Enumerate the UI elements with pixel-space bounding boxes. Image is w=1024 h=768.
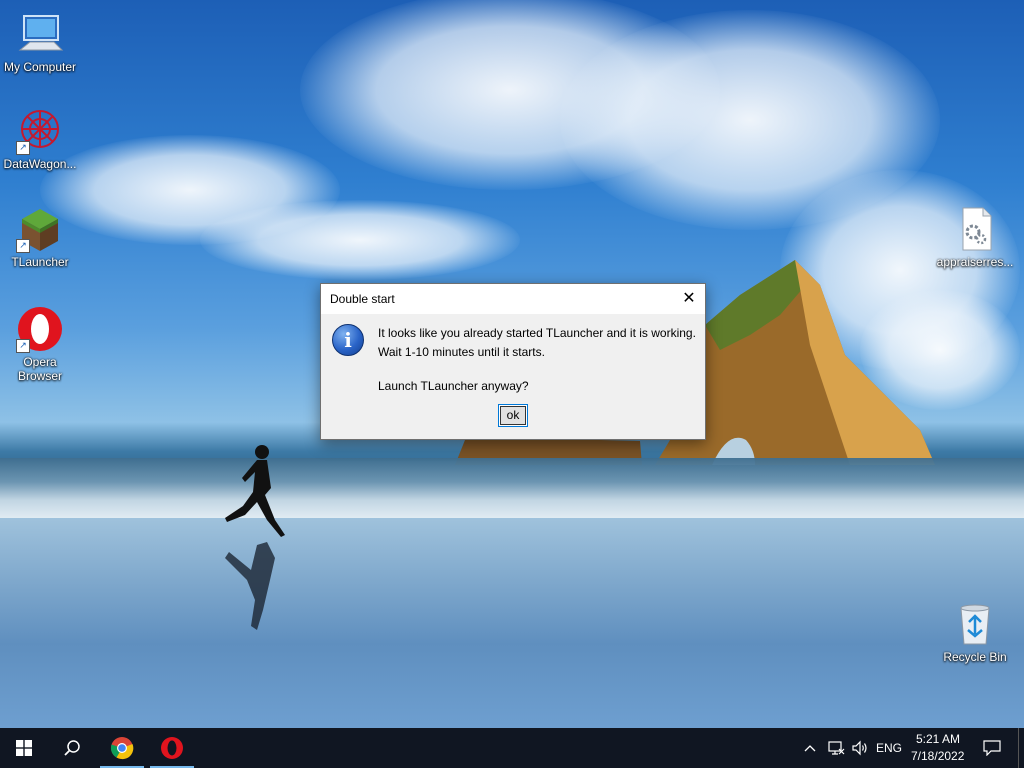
- desktop-icon-my-computer[interactable]: My Computer: [0, 10, 80, 74]
- computer-icon: [16, 10, 64, 58]
- desktop-icon-label: Recycle Bin: [943, 650, 1007, 664]
- desktop-icon-tlauncher[interactable]: ↗ TLauncher: [0, 205, 80, 269]
- opera-icon: ↗: [16, 305, 64, 353]
- search-icon: [64, 740, 80, 756]
- desktop-icon-datawagon[interactable]: ↗ DataWagon...: [0, 107, 80, 171]
- action-center-button[interactable]: [976, 728, 1008, 768]
- dialog-titlebar[interactable]: Double start ✕: [321, 284, 705, 314]
- windows-start-icon: [16, 740, 32, 756]
- desktop-icon-label: TLauncher: [11, 255, 69, 269]
- desktop-icon-label: DataWagon...: [3, 157, 77, 171]
- tray-overflow-chevron-icon[interactable]: [800, 728, 820, 768]
- wallpaper-beach: [0, 518, 1024, 728]
- volume-icon[interactable]: [848, 728, 872, 768]
- clock[interactable]: 5:21 AM 7/18/2022: [906, 728, 972, 768]
- desktop-icon-label: Opera Browser: [17, 355, 62, 383]
- shortcut-arrow-icon: ↗: [16, 239, 30, 253]
- clock-date: 7/18/2022: [911, 749, 965, 763]
- input-language-indicator[interactable]: ENG: [876, 741, 902, 755]
- chrome-icon: [110, 737, 134, 760]
- minecraft-grass-block-icon: ↗: [16, 205, 64, 253]
- start-button[interactable]: [0, 728, 48, 768]
- notification-icon: [983, 740, 1001, 756]
- taskbar-chrome-button[interactable]: [98, 728, 146, 768]
- taskbar: ENG 5:21 AM 7/18/2022: [0, 728, 1024, 768]
- dialog-message-line-3: Launch TLauncher anyway?: [378, 379, 529, 393]
- wallpaper-runner: [225, 445, 285, 630]
- desktop[interactable]: My Computer ↗ DataWagon... ↗ TLauncher ↗…: [0, 0, 1024, 728]
- desktop-icon-label: My Computer: [3, 60, 77, 74]
- datawagon-icon: ↗: [16, 107, 64, 155]
- search-button[interactable]: [48, 728, 96, 768]
- opera-icon: [161, 737, 183, 759]
- close-icon[interactable]: ✕: [673, 284, 705, 314]
- dialog-message-line-2: Wait 1-10 minutes until it starts.: [378, 345, 545, 359]
- network-icon[interactable]: [824, 728, 848, 768]
- double-start-dialog[interactable]: Double start ✕ i It looks like you alrea…: [320, 283, 706, 440]
- dialog-title: Double start: [330, 292, 395, 306]
- desktop-icon-label: appraiserres...: [936, 255, 1014, 269]
- desktop-icon-recycle-bin[interactable]: Recycle Bin: [935, 600, 1015, 664]
- clock-time: 5:21 AM: [916, 732, 961, 746]
- desktop-icon-appraiserres[interactable]: appraiserres...: [935, 205, 1015, 269]
- taskbar-opera-button[interactable]: [148, 728, 196, 768]
- ok-button[interactable]: ok: [498, 404, 528, 427]
- wallpaper-sea: [0, 458, 1024, 518]
- shortcut-arrow-icon: ↗: [16, 141, 30, 155]
- settings-file-icon: [951, 205, 999, 253]
- information-icon: i: [332, 324, 364, 356]
- dialog-message-line-1: It looks like you already started TLaunc…: [378, 326, 696, 340]
- show-desktop-button[interactable]: [1018, 728, 1024, 768]
- shortcut-arrow-icon: ↗: [16, 339, 30, 353]
- desktop-icon-opera-browser[interactable]: ↗ Opera Browser: [0, 305, 80, 383]
- recycle-bin-icon: [951, 600, 999, 648]
